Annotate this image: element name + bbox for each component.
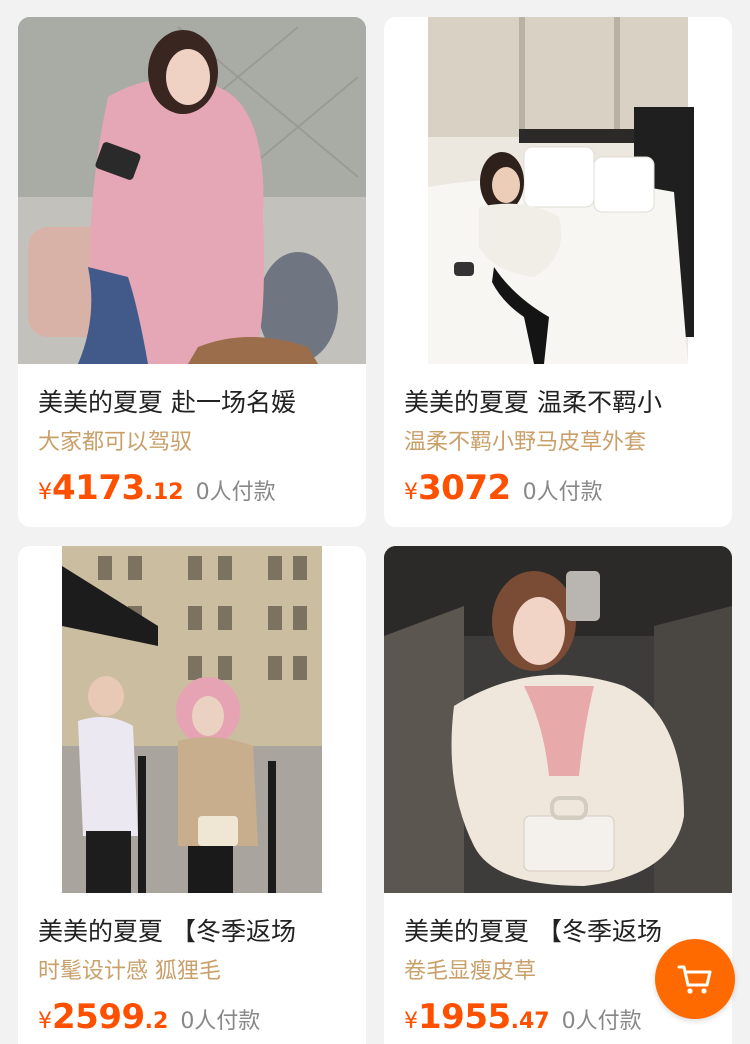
price-currency: ¥	[38, 480, 52, 505]
sales-count: 0人付款	[195, 480, 276, 505]
sales-count: 0人付款	[180, 1009, 261, 1034]
sales-count: 0人付款	[561, 1009, 642, 1034]
price-row: ¥ 2599 .2 0人付款	[38, 997, 346, 1037]
product-title: 美美的夏夏 温柔不羁小	[404, 388, 662, 417]
price-currency: ¥	[404, 1009, 418, 1034]
product-title: 美美的夏夏 赴一场名媛	[38, 388, 296, 417]
product-image[interactable]	[18, 546, 366, 893]
cart-icon	[677, 965, 712, 994]
product-image[interactable]	[18, 17, 366, 364]
price-integer: 4173	[52, 468, 145, 508]
price-decimal: .47	[510, 1009, 550, 1034]
product-info: 美美的夏夏 【冬季返场 时髦设计感 狐狸毛 ¥ 2599 .2 0人付款	[18, 893, 366, 1037]
price-currency: ¥	[38, 1009, 52, 1034]
price-currency: ¥	[404, 480, 418, 505]
price-decimal: .12	[144, 480, 184, 505]
price-integer: 3072	[418, 468, 511, 508]
product-card[interactable]: 美美的夏夏 温柔不羁小 温柔不羁小野马皮草外套 ¥ 3072 0人付款	[384, 17, 732, 527]
product-image[interactable]	[384, 17, 732, 364]
product-card[interactable]: 美美的夏夏 赴一场名媛 大家都可以驾驭 ¥ 4173 .12 0人付款	[18, 17, 366, 527]
product-title: 美美的夏夏 【冬季返场	[38, 917, 296, 946]
cart-button[interactable]	[655, 939, 735, 1019]
product-subtitle: 温柔不羁小野马皮草外套	[404, 430, 647, 455]
product-info: 美美的夏夏 温柔不羁小 温柔不羁小野马皮草外套 ¥ 3072 0人付款	[384, 364, 732, 508]
price-integer: 2599	[52, 997, 145, 1037]
product-grid: 美美的夏夏 赴一场名媛 大家都可以驾驭 ¥ 4173 .12 0人付款 美美的夏…	[0, 0, 750, 1044]
price-row: ¥ 4173 .12 0人付款	[38, 468, 346, 508]
product-image[interactable]	[384, 546, 732, 893]
product-info: 美美的夏夏 赴一场名媛 大家都可以驾驭 ¥ 4173 .12 0人付款	[18, 364, 366, 508]
product-subtitle: 时髦设计感 狐狸毛	[38, 959, 221, 984]
sales-count: 0人付款	[522, 480, 603, 505]
price-integer: 1955	[418, 997, 511, 1037]
product-card[interactable]: 美美的夏夏 【冬季返场 时髦设计感 狐狸毛 ¥ 2599 .2 0人付款	[18, 546, 366, 1044]
product-subtitle: 大家都可以驾驭	[38, 430, 193, 455]
price-decimal: .2	[144, 1009, 169, 1034]
price-row: ¥ 3072 0人付款	[404, 468, 712, 508]
product-title: 美美的夏夏 【冬季返场	[404, 917, 662, 946]
